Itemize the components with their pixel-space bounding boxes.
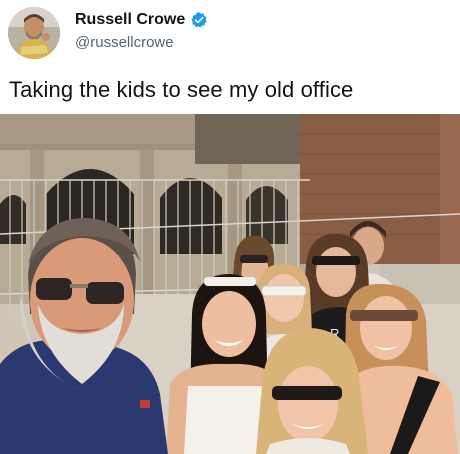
display-name-row: Russell Crowe (75, 11, 208, 29)
avatar-image (8, 7, 60, 59)
verified-badge-icon (190, 11, 208, 29)
display-name[interactable]: Russell Crowe (75, 11, 185, 29)
user-handle[interactable]: @russellcrowe (75, 34, 174, 51)
tweet-photo[interactable]: R (0, 114, 460, 454)
tweet-card: Russell Crowe @russellcrowe Taking the k… (0, 0, 460, 454)
profile-avatar[interactable] (8, 7, 60, 59)
tweet-text: Taking the kids to see my old office (9, 77, 354, 102)
colosseum-selfie-image: R (0, 114, 460, 454)
